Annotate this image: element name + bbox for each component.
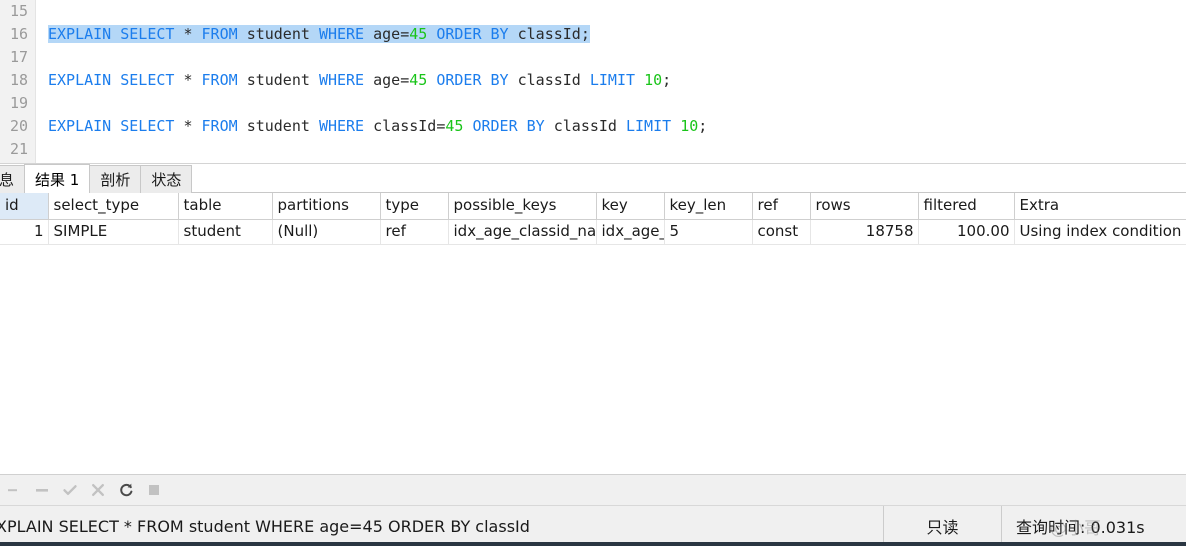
line-number: 16: [9, 25, 28, 43]
record-toolbar: [0, 474, 1186, 505]
table-cell[interactable]: idx_age_classid_name: [448, 219, 597, 245]
result-tabstrip: 息结果 1 剖析 状态: [0, 164, 1186, 193]
code-tokens: EXPLAIN SELECT * FROM student WHERE age=…: [48, 25, 590, 43]
code-line[interactable]: 20 EXPLAIN SELECT * FROM student WHERE cl…: [0, 115, 1186, 138]
close-icon: [90, 482, 106, 498]
query-time-label: 查询时间: 0.031s: [1016, 518, 1145, 537]
line-number: 18: [9, 71, 28, 89]
result-pane: 息结果 1 剖析 状态 id select_type table partitions ty…: [0, 163, 1186, 546]
add-record-button[interactable]: [0, 477, 28, 503]
status-bar: XPLAIN SELECT * FROM student WHERE age=4…: [0, 505, 1186, 546]
stop-button[interactable]: [140, 477, 168, 503]
sql-editor[interactable]: 15 16 EXPLAIN SELECT * FROM student WHERE …: [0, 0, 1186, 163]
column-header[interactable]: table: [178, 193, 273, 220]
result-tab[interactable]: 状态: [140, 165, 193, 193]
code-line[interactable]: 17: [0, 46, 1186, 69]
status-sql-text: XPLAIN SELECT * FROM student WHERE age=4…: [0, 516, 530, 536]
column-header[interactable]: rows: [810, 193, 919, 220]
refresh-button[interactable]: [112, 477, 140, 503]
table-cell[interactable]: 1: [0, 219, 49, 245]
result-tab[interactable]: 结果 1: [24, 164, 91, 193]
line-number: 17: [9, 48, 28, 66]
stop-icon: [146, 482, 162, 498]
column-header[interactable]: select_type: [48, 193, 179, 220]
code-tokens: EXPLAIN SELECT * FROM student WHERE age=…: [48, 71, 672, 89]
column-header[interactable]: possible_keys: [448, 193, 597, 220]
table-cell[interactable]: SIMPLE: [48, 219, 179, 245]
table-row[interactable]: 1 SIMPLE student (Null) ref idx_age_classid_n…: [0, 219, 1186, 245]
table-cell[interactable]: ref: [380, 219, 449, 245]
column-header[interactable]: partitions: [272, 193, 381, 220]
table-cell[interactable]: 100.00: [918, 219, 1015, 245]
table-cell[interactable]: idx_age_classid_name: [596, 219, 665, 245]
apply-changes-button[interactable]: [56, 477, 84, 503]
status-readonly: 只读: [883, 506, 1001, 546]
column-header[interactable]: type: [380, 193, 449, 220]
result-tab[interactable]: 息: [0, 165, 26, 193]
minus-icon: [34, 482, 50, 498]
result-grid-container[interactable]: id select_type table partitions type possible…: [0, 193, 1186, 474]
line-number: 21: [9, 140, 28, 158]
table-cell[interactable]: 5: [664, 219, 753, 245]
code-line[interactable]: 16 EXPLAIN SELECT * FROM student WHERE ag…: [0, 23, 1186, 46]
sql-client-window: 15 16 EXPLAIN SELECT * FROM student WHERE …: [0, 0, 1186, 546]
window-bottom-edge: [0, 542, 1186, 546]
table-cell[interactable]: 18758: [810, 219, 919, 245]
tabstrip-filler: [191, 165, 1186, 193]
column-header[interactable]: filtered: [918, 193, 1015, 220]
code-tokens: EXPLAIN SELECT * FROM student WHERE clas…: [48, 117, 708, 135]
column-header[interactable]: key: [596, 193, 665, 220]
table-cell[interactable]: const: [752, 219, 811, 245]
code-line[interactable]: 19: [0, 92, 1186, 115]
code-line[interactable]: 21: [0, 138, 1186, 161]
line-number: 20: [9, 117, 28, 135]
explain-result-table: id select_type table partitions type possible…: [0, 193, 1186, 245]
table-cell[interactable]: student: [178, 219, 273, 245]
line-number: 19: [9, 94, 28, 112]
table-header-row: id select_type table partitions type possible…: [0, 193, 1186, 220]
check-icon: [62, 482, 78, 498]
column-header[interactable]: ref: [752, 193, 811, 220]
cancel-changes-button[interactable]: [84, 477, 112, 503]
table-cell[interactable]: Using index condition: [1014, 219, 1186, 245]
code-line-text[interactable]: EXPLAIN SELECT * FROM student WHERE clas…: [48, 115, 707, 138]
column-header[interactable]: id: [0, 193, 49, 220]
table-cell[interactable]: (Null): [272, 219, 381, 245]
dash-icon: [6, 482, 22, 498]
column-header[interactable]: key_len: [664, 193, 753, 220]
result-tab[interactable]: 剖析: [89, 165, 142, 193]
delete-record-button[interactable]: [28, 477, 56, 503]
code-line-text[interactable]: EXPLAIN SELECT * FROM student WHERE age=…: [48, 69, 671, 92]
code-line[interactable]: 15: [0, 0, 1186, 23]
line-number: 15: [9, 2, 28, 20]
code-line[interactable]: 18 EXPLAIN SELECT * FROM student WHERE ag…: [0, 69, 1186, 92]
code-line-text[interactable]: EXPLAIN SELECT * FROM student WHERE age=…: [48, 23, 590, 46]
code-area[interactable]: 15 16 EXPLAIN SELECT * FROM student WHERE …: [0, 0, 1186, 163]
refresh-icon: [118, 482, 134, 498]
status-query-time: 查询时间: 0.031s @小哥: [1001, 506, 1186, 546]
column-header[interactable]: Extra: [1014, 193, 1186, 220]
